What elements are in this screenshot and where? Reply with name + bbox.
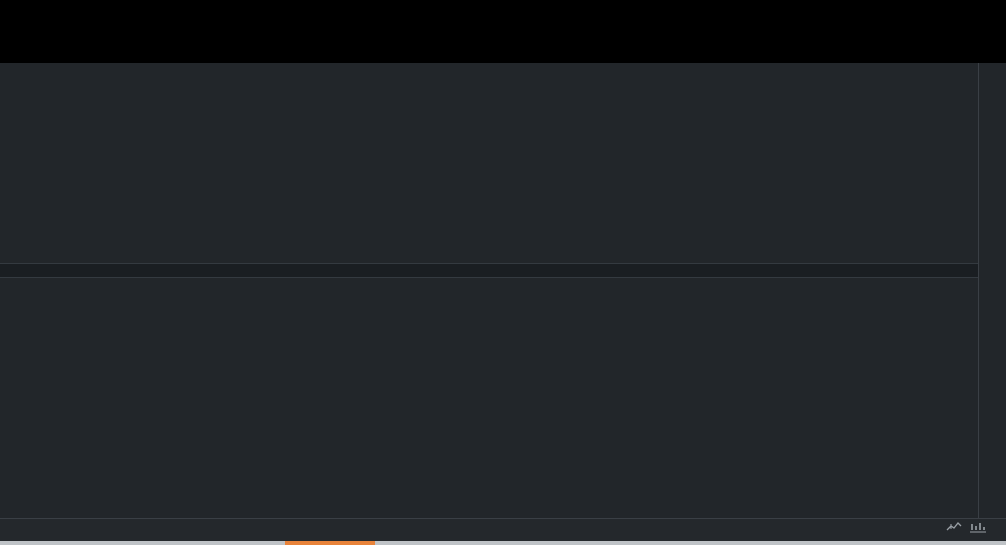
chart-style-controls	[946, 521, 1002, 533]
price-axis[interactable]	[978, 63, 1006, 518]
chart-area[interactable]	[0, 63, 1006, 518]
line-chart-style-icon[interactable]	[946, 521, 962, 533]
histogram-style-icon[interactable]	[970, 521, 986, 533]
bottom-toolbar	[0, 518, 1006, 541]
x-axis[interactable]	[0, 263, 1006, 278]
trading-app-window	[0, 0, 1006, 545]
horizontal-scrollbar[interactable]	[0, 541, 1006, 545]
scrollbar-thumb[interactable]	[285, 541, 375, 545]
chart-canvas[interactable]	[0, 63, 978, 518]
